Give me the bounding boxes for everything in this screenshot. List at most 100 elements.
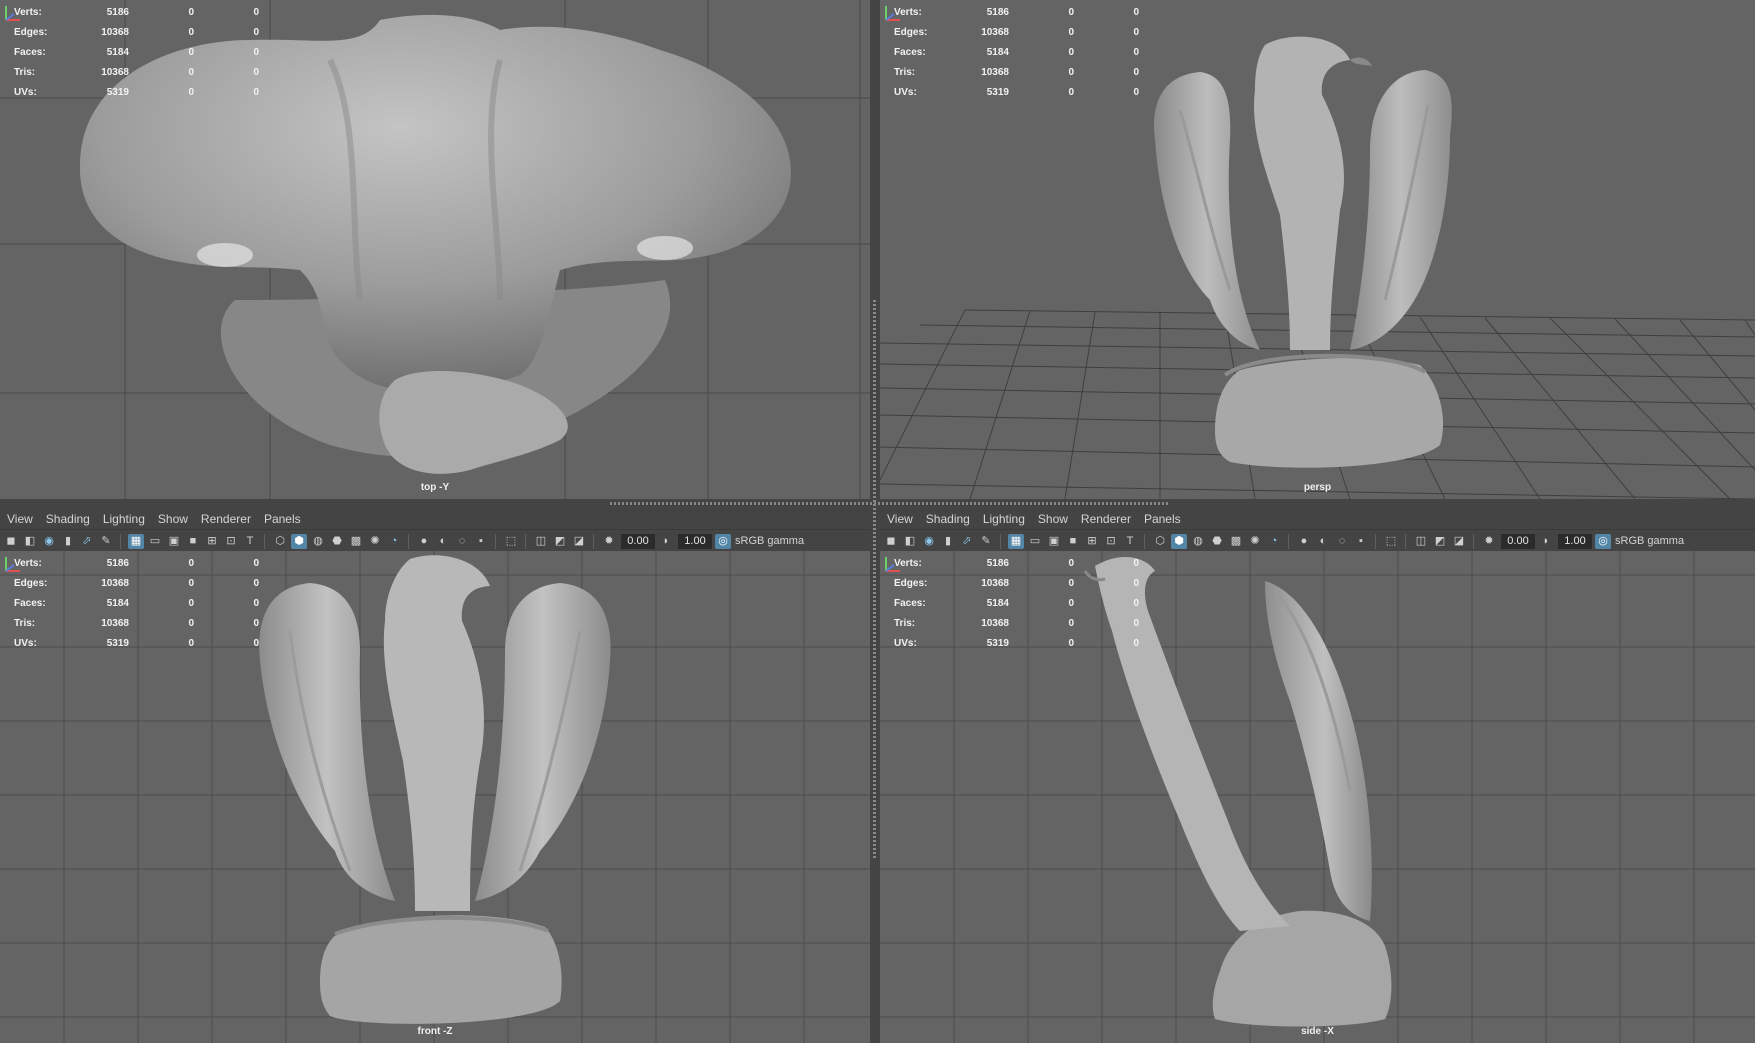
smooth-shade-icon[interactable]: ⬢ xyxy=(291,533,307,549)
image-plane-icon[interactable]: ⬀ xyxy=(959,534,975,549)
xray-icon[interactable]: ◫ xyxy=(1413,534,1429,549)
screen-space-ao-icon[interactable]: ● xyxy=(1296,534,1312,549)
screen-space-ao-icon[interactable]: ● xyxy=(416,534,432,549)
eagle-mesh-persp[interactable] xyxy=(1154,36,1452,468)
xray-active-components-icon[interactable]: ◪ xyxy=(1451,534,1467,549)
color-management-icon[interactable]: ◎ xyxy=(715,533,731,549)
viewport-side[interactable]: Verts: 5186 0 0 Edges: 10368 0 0 Faces: 5184 0 0 … xyxy=(880,551,1755,1043)
menu-lighting[interactable]: Lighting xyxy=(103,512,145,526)
menu-lighting[interactable]: Lighting xyxy=(983,512,1025,526)
viewport-panel-side[interactable]: View Shading Lighting Show Renderer Pane… xyxy=(880,509,1755,1043)
depth-of-field-icon[interactable]: ▪ xyxy=(1353,534,1369,549)
exposure-field[interactable]: 0.00 xyxy=(1501,533,1535,549)
film-gate-icon[interactable]: ▭ xyxy=(147,534,163,549)
safe-title-icon[interactable]: T xyxy=(242,534,258,549)
gamma-icon[interactable]: ◗ xyxy=(1538,534,1554,549)
viewport-panel-persp[interactable]: Verts: 5186 0 0 Edges: 10368 0 0 Faces: 5184 0 0 … xyxy=(880,0,1755,499)
default-material-icon[interactable]: ◍ xyxy=(1190,534,1206,549)
resolution-gate-icon[interactable]: ▣ xyxy=(166,534,182,549)
exposure-field[interactable]: 0.00 xyxy=(621,533,655,549)
camera-attributes-icon[interactable]: ◧ xyxy=(22,534,38,549)
menu-panels[interactable]: Panels xyxy=(1144,512,1181,526)
gate-mask-icon[interactable]: ■ xyxy=(1065,534,1081,549)
bookmark-icon[interactable]: ▮ xyxy=(940,534,956,549)
grid-toggle-icon[interactable]: ▦ xyxy=(128,533,144,549)
viewport-panel-top[interactable]: Verts: 5186 0 0 Edges: 10368 0 0 Faces: 5184 0 0 … xyxy=(0,0,870,499)
use-all-lights-icon[interactable]: ✺ xyxy=(1247,534,1263,549)
field-chart-icon[interactable]: ⊞ xyxy=(204,534,220,549)
color-management-icon[interactable]: ◎ xyxy=(1595,533,1611,549)
safe-action-icon[interactable]: ⊡ xyxy=(1103,534,1119,549)
toolbar-separator xyxy=(1405,533,1406,549)
color-space-dropdown[interactable]: sRGB gamma xyxy=(735,535,804,547)
panel-menubar: View Shading Lighting Show Renderer Pane… xyxy=(880,509,1755,529)
smooth-shade-icon[interactable]: ⬢ xyxy=(1171,533,1187,549)
viewport-persp[interactable]: Verts: 5186 0 0 Edges: 10368 0 0 Faces: 5184 0 0 … xyxy=(880,0,1755,499)
menu-shading[interactable]: Shading xyxy=(46,512,90,526)
motion-blur-icon[interactable]: ◐ xyxy=(435,534,451,549)
depth-of-field-icon[interactable]: ▪ xyxy=(473,534,489,549)
isolate-select-icon[interactable]: ⬚ xyxy=(503,534,519,549)
bookmarks-icon[interactable]: ◉ xyxy=(921,534,937,549)
gamma-icon[interactable]: ◗ xyxy=(658,534,674,549)
select-camera-icon[interactable]: ◼ xyxy=(3,534,19,549)
xray-joints-icon[interactable]: ◩ xyxy=(552,534,568,549)
viewport-top[interactable]: Verts: 5186 0 0 Edges: 10368 0 0 Faces: 5184 0 0 … xyxy=(0,0,870,499)
anti-aliasing-icon[interactable]: ◌ xyxy=(454,534,470,549)
xray-joints-icon[interactable]: ◩ xyxy=(1432,534,1448,549)
shadows-icon[interactable]: ◔ xyxy=(386,534,402,549)
splitter-grip[interactable] xyxy=(610,502,1170,505)
xray-active-components-icon[interactable]: ◪ xyxy=(571,534,587,549)
image-plane-icon[interactable]: ⬀ xyxy=(79,534,95,549)
menu-show[interactable]: Show xyxy=(1038,512,1068,526)
exposure-icon[interactable]: ✹ xyxy=(601,534,617,549)
poly-count-hud: Verts: 5186 0 0 Edges: 10368 0 0 Faces: 5184 0 0 … xyxy=(894,6,1139,98)
viewport-panel-front[interactable]: View Shading Lighting Show Renderer Pane… xyxy=(0,509,870,1043)
gamma-field[interactable]: 1.00 xyxy=(678,533,712,549)
axis-gizmo-icon xyxy=(5,557,20,572)
select-camera-icon[interactable]: ◼ xyxy=(883,534,899,549)
shadows-icon[interactable]: ◔ xyxy=(1266,534,1282,549)
gate-mask-icon[interactable]: ■ xyxy=(185,534,201,549)
2d-pan-zoom-icon[interactable]: ✎ xyxy=(98,534,114,549)
xray-icon[interactable]: ◫ xyxy=(533,534,549,549)
bookmark-icon[interactable]: ▮ xyxy=(60,534,76,549)
motion-blur-icon[interactable]: ◐ xyxy=(1315,534,1331,549)
resolution-gate-icon[interactable]: ▣ xyxy=(1046,534,1062,549)
menu-show[interactable]: Show xyxy=(158,512,188,526)
safe-title-icon[interactable]: T xyxy=(1122,534,1138,549)
menu-renderer[interactable]: Renderer xyxy=(1081,512,1131,526)
toolbar-separator xyxy=(264,533,265,549)
splitter-grip[interactable] xyxy=(873,300,876,860)
menu-view[interactable]: View xyxy=(7,512,33,526)
color-space-dropdown[interactable]: sRGB gamma xyxy=(1615,535,1684,547)
menu-panels[interactable]: Panels xyxy=(264,512,301,526)
menu-renderer[interactable]: Renderer xyxy=(201,512,251,526)
bookmarks-icon[interactable]: ◉ xyxy=(41,534,57,549)
gamma-field[interactable]: 1.00 xyxy=(1558,533,1592,549)
poly-count-hud: Verts: 5186 0 0 Edges: 10368 0 0 Faces: 5184 0 0 … xyxy=(14,6,259,98)
grid-toggle-icon[interactable]: ▦ xyxy=(1008,533,1024,549)
menu-shading[interactable]: Shading xyxy=(926,512,970,526)
viewport-front[interactable]: Verts: 5186 0 0 Edges: 10368 0 0 Faces: 5184 0 0 … xyxy=(0,551,870,1043)
isolate-select-icon[interactable]: ⬚ xyxy=(1383,534,1399,549)
toolbar-separator xyxy=(495,533,496,549)
anti-aliasing-icon[interactable]: ◌ xyxy=(1334,534,1350,549)
camera-attributes-icon[interactable]: ◧ xyxy=(902,534,918,549)
textured-icon[interactable]: ▩ xyxy=(1228,534,1244,549)
wireframe-on-shaded-icon[interactable]: ⬣ xyxy=(329,534,345,549)
wireframe-icon[interactable]: ⬡ xyxy=(272,534,288,549)
exposure-icon[interactable]: ✹ xyxy=(1481,534,1497,549)
toolbar-separator xyxy=(1000,533,1001,549)
field-chart-icon[interactable]: ⊞ xyxy=(1084,534,1100,549)
film-gate-icon[interactable]: ▭ xyxy=(1027,534,1043,549)
safe-action-icon[interactable]: ⊡ xyxy=(223,534,239,549)
eagle-mesh-front[interactable] xyxy=(259,555,611,1024)
2d-pan-zoom-icon[interactable]: ✎ xyxy=(978,534,994,549)
wireframe-icon[interactable]: ⬡ xyxy=(1152,534,1168,549)
default-material-icon[interactable]: ◍ xyxy=(310,534,326,549)
menu-view[interactable]: View xyxy=(887,512,913,526)
wireframe-on-shaded-icon[interactable]: ⬣ xyxy=(1209,534,1225,549)
use-all-lights-icon[interactable]: ✺ xyxy=(367,534,383,549)
textured-icon[interactable]: ▩ xyxy=(348,534,364,549)
